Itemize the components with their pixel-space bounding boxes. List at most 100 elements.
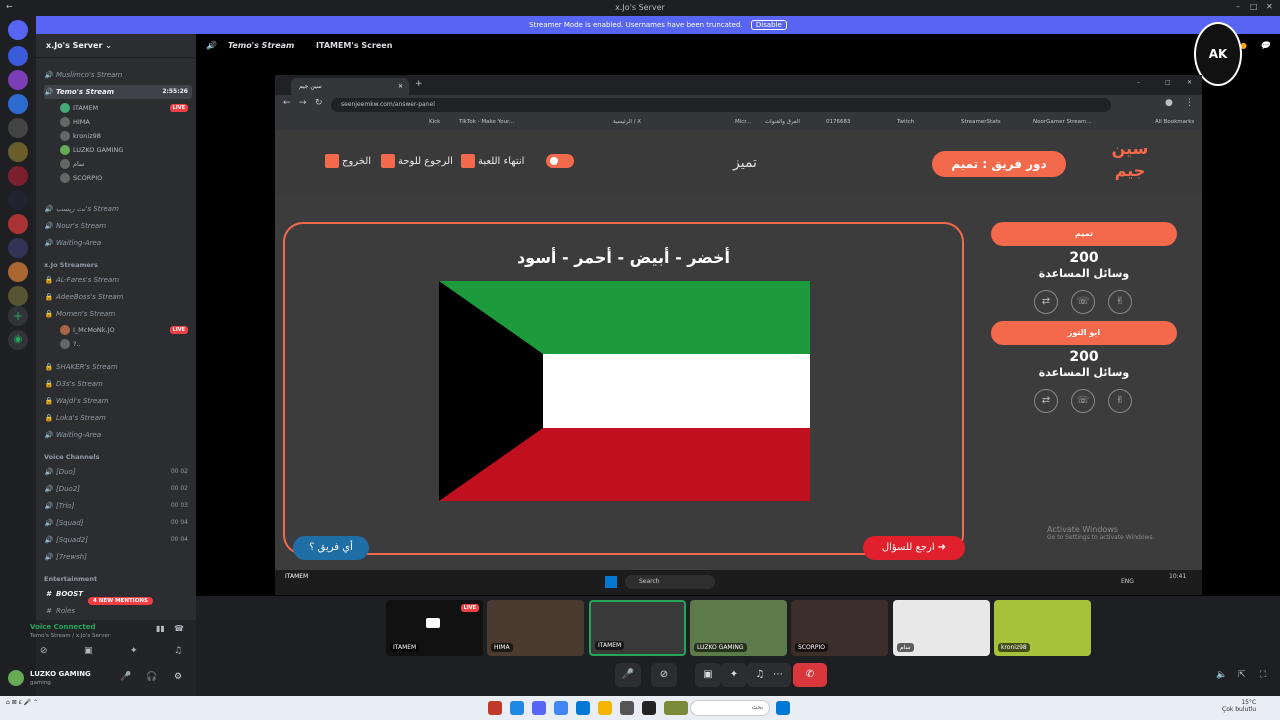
participant-tile[interactable]: HIMA	[487, 600, 584, 656]
swap-aid-icon[interactable]: ⇄	[1034, 389, 1058, 413]
channel-duo[interactable]: 🔊 [Duo] 00 02	[44, 465, 192, 479]
fullscreen-icon[interactable]: ⛶	[1260, 670, 1266, 680]
app-icon[interactable]	[664, 701, 688, 715]
maximize-icon[interactable]: □	[1250, 2, 1258, 11]
category-streamers[interactable]: x.Jo Streamers	[44, 261, 98, 269]
forward-icon[interactable]: →	[299, 98, 307, 108]
server-icon[interactable]	[8, 46, 28, 66]
close-icon[interactable]: ✕	[1266, 2, 1273, 11]
voice-user[interactable]: kroniz98	[60, 129, 192, 143]
mic-icon[interactable]: 🎤	[120, 672, 131, 682]
participant-tile[interactable]: kroniz98	[994, 600, 1091, 656]
soundboard-icon[interactable]: ♫	[174, 646, 182, 656]
category-voice[interactable]: Voice Channels	[44, 453, 99, 461]
bookmark[interactable]: TikTok - Make Your...	[459, 119, 514, 125]
bookmark[interactable]: 0176683	[826, 119, 851, 125]
channel-duo2[interactable]: 🔊 [Duo2] 00 02	[44, 482, 192, 496]
channel-roles[interactable]: # Roles	[44, 604, 192, 618]
voice-user[interactable]: ﺳﺎﻡ	[60, 157, 192, 171]
app-icon[interactable]	[576, 701, 590, 715]
server-icon[interactable]	[8, 94, 28, 114]
voice-channel[interactable]: Temo's Stream / x.Jo's Server	[30, 633, 110, 639]
disconnect-icon[interactable]: ☎	[174, 624, 184, 633]
hand-aid-icon[interactable]: ✌	[1108, 389, 1132, 413]
screen-share-button[interactable]: ▣	[695, 663, 721, 687]
call-aid-icon[interactable]: ☏	[1071, 290, 1095, 314]
user-name[interactable]: LUZKO GAMING	[30, 670, 91, 678]
channel-momen[interactable]: 🔒 Momen's Stream	[44, 307, 192, 321]
disable-button[interactable]: Disable	[750, 20, 787, 30]
server-icon[interactable]	[8, 262, 28, 282]
explore-icon[interactable]: ◉	[8, 330, 28, 350]
mic-toggle[interactable]: 🎤	[615, 663, 641, 687]
voice-user[interactable]: ?..	[60, 337, 192, 351]
participant-tile[interactable]: ITAMEM	[589, 600, 686, 656]
channel-squad[interactable]: 🔊 [Squad] 00 04	[44, 516, 192, 530]
popout-icon[interactable]: ⇱	[1238, 670, 1246, 680]
new-tab-icon[interactable]: +	[415, 79, 423, 89]
app-icon[interactable]	[642, 701, 656, 715]
channel-waiting-area-2[interactable]: 🔊 Waiting-Area	[44, 428, 192, 442]
add-server-icon[interactable]: +	[8, 306, 28, 326]
which-team-button[interactable]: أي فريق ؟	[293, 536, 369, 560]
volume-icon[interactable]: 🔈	[1216, 670, 1227, 680]
end-call-button[interactable]: ✆	[793, 663, 827, 687]
more-options-button[interactable]: ⋯	[765, 663, 791, 687]
channel-loka[interactable]: 🔒 Loka's Stream	[44, 411, 192, 425]
back-icon[interactable]: ←	[6, 2, 13, 11]
chrome-icon[interactable]	[554, 701, 568, 715]
minimize-icon[interactable]: –	[1137, 79, 1140, 86]
reload-icon[interactable]: ↻	[315, 98, 323, 108]
signal-icon[interactable]: ▮▮	[156, 624, 165, 633]
back-to-question-button[interactable]: ارجع للسؤال ➜	[863, 536, 965, 560]
participant-tile[interactable]: ﺳﺎﻡ	[893, 600, 990, 656]
minimize-icon[interactable]: –	[1236, 2, 1240, 11]
server-icon[interactable]	[8, 166, 28, 186]
avatar[interactable]	[8, 670, 24, 686]
windows-start-icon[interactable]	[776, 701, 790, 715]
exit-button[interactable]: ﺍﻟﺨﺮﻭﺝ	[325, 154, 371, 168]
camera-toggle[interactable]: ⊘	[651, 663, 677, 687]
server-icon[interactable]	[8, 142, 28, 162]
activities-icon[interactable]: ✦	[130, 646, 138, 656]
end-game-button[interactable]: ﺍﻧﺘﻬﺎﺀ ﺍﻟﻠﻌﺒﺔ	[461, 154, 524, 168]
camera-off-icon[interactable]: ⊘	[40, 646, 48, 656]
back-icon[interactable]: ←	[283, 98, 291, 108]
voice-user[interactable]: ITAMEM LIVE	[60, 101, 192, 115]
os-search-input[interactable]: ﺑﺤﺚ	[690, 700, 770, 716]
bookmark[interactable]: Micr...	[735, 119, 751, 125]
maximize-icon[interactable]: □	[1165, 79, 1171, 86]
browser-tab[interactable]: ﺳﻴﻦ ﺟﻴﻢ ✕	[291, 78, 409, 95]
channel-7rewsh[interactable]: 🔊 [7rewsh]	[44, 550, 192, 564]
app-icon[interactable]	[510, 701, 524, 715]
settings-icon[interactable]: ⚙	[174, 672, 182, 682]
channel-muslimco[interactable]: 🔊 Muslimco's Stream	[44, 68, 192, 82]
channel-stream[interactable]: 🔊 ﻧﺖ ﺯﻳﺴﺐ's Stream	[44, 202, 192, 216]
headphones-icon[interactable]: 🎧	[146, 672, 157, 682]
server-icon[interactable]	[8, 214, 28, 234]
voice-user[interactable]: HIMA	[60, 115, 192, 129]
participant-tile[interactable]: LUZKO GAMING	[690, 600, 787, 656]
server-icon[interactable]	[8, 238, 28, 258]
participant-tile[interactable]: LIVE ITAMEM	[386, 600, 483, 656]
settings-icon[interactable]	[620, 701, 634, 715]
menu-icon[interactable]: ⋮	[1185, 98, 1194, 108]
call-aid-icon[interactable]: ☏	[1071, 389, 1095, 413]
bookmark[interactable]: Twitch	[897, 119, 914, 125]
bookmark[interactable]: NoorGamer Stream...	[1033, 119, 1092, 125]
server-icon[interactable]	[8, 70, 28, 90]
channel-wajdi[interactable]: 🔒 Wajdi's Stream	[44, 394, 192, 408]
server-icon[interactable]	[8, 286, 28, 306]
channel-shaker[interactable]: 🔒 SHAKER's Stream	[44, 360, 192, 374]
back-to-board-button[interactable]: ﺍﻟﺮﺟﻮﻉ ﻟﻠﻮﺣﺔ	[381, 154, 453, 168]
activities-button[interactable]: ✦	[721, 663, 747, 687]
server-name[interactable]: x.Jo's Server ⌄	[36, 34, 196, 58]
channel-alfares[interactable]: 🔒 AL-Fares's Stream	[44, 273, 192, 287]
voice-user[interactable]: SCORPIO	[60, 171, 192, 185]
end-game-toggle[interactable]	[546, 154, 574, 168]
taskbar-search[interactable]: Search	[625, 575, 715, 589]
channel-d3s[interactable]: 🔒 D3s's Stream	[44, 377, 192, 391]
windows-start-icon[interactable]	[605, 576, 617, 588]
bookmark[interactable]: ﺍﻟﻔﺮﻕ ﻭﺍﻟﻘﻨﻮﺍﺕ	[765, 119, 800, 125]
app-icon[interactable]	[488, 701, 502, 715]
